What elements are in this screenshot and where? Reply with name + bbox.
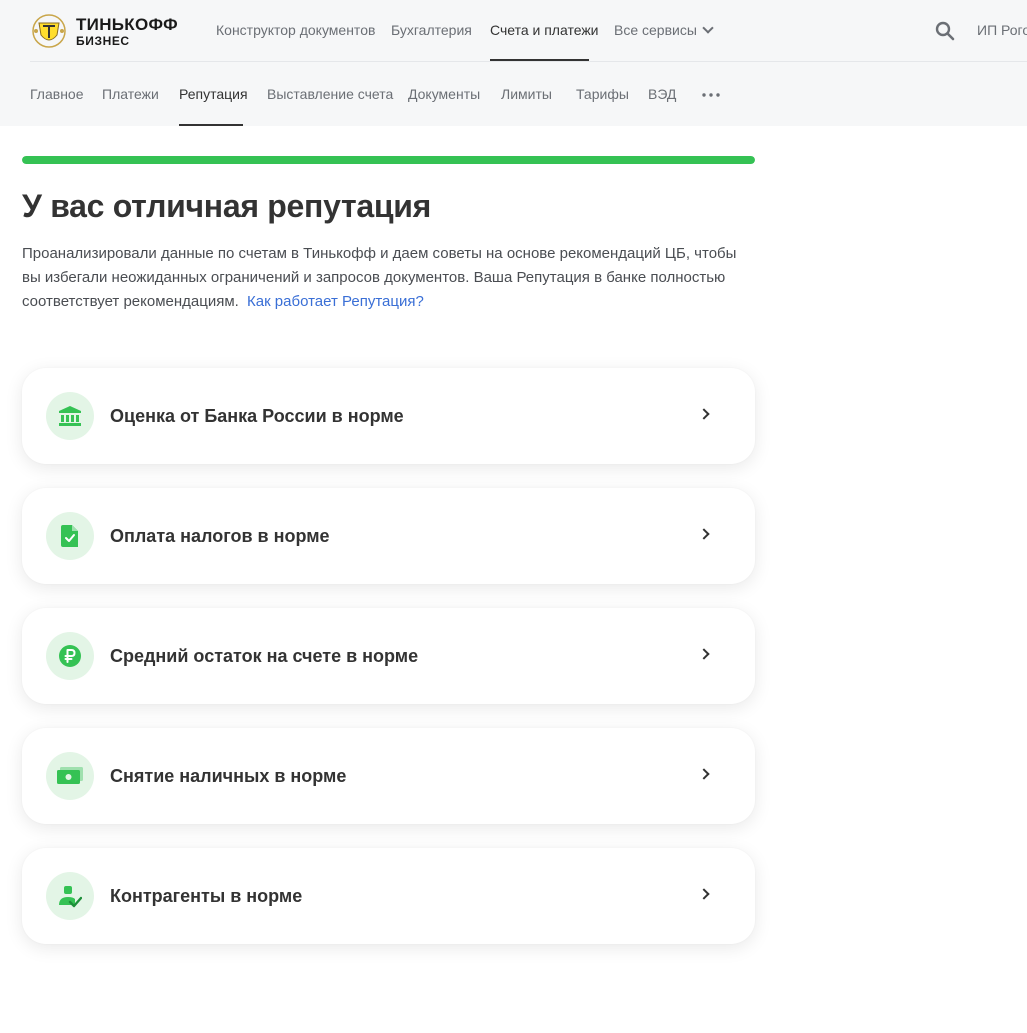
card-icon-bg bbox=[46, 392, 94, 440]
more-icon[interactable] bbox=[702, 93, 720, 97]
reputation-card-bank-of-russia[interactable]: Оценка от Банка России в норме bbox=[22, 368, 755, 464]
subnav-reputation[interactable]: Репутация bbox=[179, 86, 248, 102]
search-icon[interactable] bbox=[935, 21, 955, 41]
logo-emblem-icon bbox=[32, 14, 66, 48]
reputation-card-average-balance[interactable]: Средний остаток на счете в норме bbox=[22, 608, 755, 704]
chevron-right-icon bbox=[698, 408, 710, 420]
subnav-payments[interactable]: Платежи bbox=[102, 86, 159, 102]
subnav-limits[interactable]: Лимиты bbox=[501, 86, 552, 102]
subnav-tariffs[interactable]: Тарифы bbox=[576, 86, 629, 102]
chevron-right-icon bbox=[698, 528, 710, 540]
reputation-card-cash-withdrawal[interactable]: Снятие наличных в норме bbox=[22, 728, 755, 824]
topbar-divider bbox=[30, 61, 1027, 62]
page-description: Проанализировали данные по счетам в Тинь… bbox=[22, 242, 757, 314]
card-label: Средний остаток на счете в норме bbox=[110, 646, 419, 666]
counterparty-icon bbox=[59, 886, 82, 908]
subnav-invoicing[interactable]: Выставление счета bbox=[267, 86, 393, 102]
chevron-right-icon bbox=[698, 888, 710, 900]
brand-name: ТИНЬКОФФ bbox=[76, 14, 178, 34]
chevron-right-icon bbox=[698, 648, 710, 660]
reputation-progress-bar bbox=[22, 156, 755, 164]
card-icon-bg bbox=[46, 752, 94, 800]
card-label: Снятие наличных в норме bbox=[110, 766, 347, 786]
reputation-card-counterparties[interactable]: Контрагенты в норме bbox=[22, 848, 755, 944]
brand-sub: БИЗНЕС bbox=[76, 33, 130, 48]
how-reputation-works-link[interactable]: Как работает Репутация? bbox=[247, 293, 424, 310]
logo[interactable]: ТИНЬКОФФ БИЗНЕС bbox=[30, 13, 178, 49]
topnav-accounts-payments[interactable]: Счета и платежи bbox=[490, 22, 599, 38]
topnav-accounting[interactable]: Бухгалтерия bbox=[391, 22, 472, 38]
user-name[interactable]: ИП Рого bbox=[977, 22, 1027, 38]
card-icon-bg bbox=[46, 632, 94, 680]
subnav-active-indicator bbox=[179, 124, 243, 126]
chevron-down-icon bbox=[702, 22, 714, 34]
reputation-card-taxes[interactable]: Оплата налогов в норме bbox=[22, 488, 755, 584]
ruble-icon bbox=[59, 645, 81, 667]
subnav-documents[interactable]: Документы bbox=[408, 86, 480, 102]
topnav-constructor[interactable]: Конструктор документов bbox=[216, 22, 375, 38]
reputation-progress-fill bbox=[22, 156, 755, 164]
topnav-all-services[interactable]: Все сервисы bbox=[614, 22, 714, 38]
subnav-ved[interactable]: ВЭД bbox=[648, 86, 676, 102]
chevron-right-icon bbox=[698, 768, 710, 780]
page-title: У вас отличная репутация bbox=[22, 188, 431, 224]
card-label: Оплата налогов в норме bbox=[110, 526, 330, 546]
top-bar: ТИНЬКОФФ БИЗНЕС Конструктор документов Б… bbox=[0, 0, 1027, 62]
card-icon-bg bbox=[46, 512, 94, 560]
subnav-main[interactable]: Главное bbox=[30, 86, 84, 102]
card-icon-bg bbox=[46, 872, 94, 920]
cash-icon bbox=[57, 767, 83, 784]
bank-icon bbox=[59, 406, 81, 426]
header: ТИНЬКОФФ БИЗНЕС Конструктор документов Б… bbox=[0, 0, 1027, 126]
card-label: Контрагенты в норме bbox=[110, 886, 303, 906]
topnav-all-services-label: Все сервисы bbox=[614, 22, 697, 38]
card-label: Оценка от Банка России в норме bbox=[110, 406, 404, 426]
tax-document-icon bbox=[61, 525, 78, 547]
